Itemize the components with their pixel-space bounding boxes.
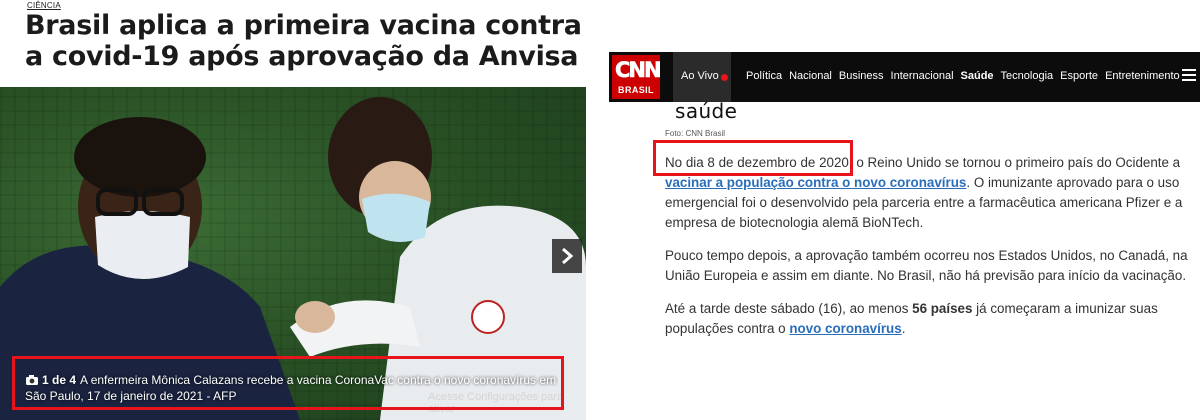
nav-item-internacional[interactable]: Internacional: [891, 70, 954, 82]
coronavirus-link[interactable]: novo coronavírus: [789, 321, 901, 336]
section-title: saúde: [675, 99, 738, 123]
logo-brasil-text: BRASIL: [618, 85, 654, 95]
date-highlight-box: [653, 140, 853, 176]
nav-item-business[interactable]: Business: [839, 70, 884, 82]
live-button[interactable]: Ao Vivo: [673, 52, 731, 102]
nurse-mask: [362, 193, 430, 242]
vaccination-link[interactable]: vacinar a população contra o novo corona…: [665, 175, 966, 190]
chevron-right-icon: [562, 247, 574, 265]
news-article-left: CIÊNCIA Brasil aplica a primeira vacina …: [0, 0, 590, 420]
nav-item-tecnologia[interactable]: Tecnologia: [1001, 70, 1054, 82]
countries-count: 56 países: [912, 301, 973, 316]
paragraph-3: Até a tarde deste sábado (16), ao menos …: [665, 299, 1195, 339]
cnn-brasil-logo[interactable]: CNN BRASIL: [612, 55, 662, 99]
p3-text: Até a tarde deste sábado (16), ao menos: [665, 301, 913, 316]
nurse-hand: [295, 301, 335, 333]
live-label: Ao Vivo: [681, 70, 719, 82]
p1-text: o Reino Unido se tornou o primeiro país …: [852, 155, 1181, 170]
patient-hair: [74, 117, 206, 197]
article-headline: Brasil aplica a primeira vacina contra a…: [25, 10, 582, 72]
live-dot-icon: [721, 74, 728, 81]
p3-text-end: .: [901, 321, 906, 336]
caption-highlight-box: [12, 356, 564, 410]
section-tag-link[interactable]: CIÊNCIA: [27, 1, 61, 10]
coat-emblem: [471, 300, 505, 334]
nav-menu: Política Nacional Business Internacional…: [746, 70, 1187, 82]
cnn-navbar: CNN BRASIL Ao Vivo Política Nacional Bus…: [609, 52, 1200, 102]
gallery-next-button[interactable]: [552, 239, 582, 273]
nav-item-nacional[interactable]: Nacional: [789, 70, 832, 82]
patient-mask: [95, 211, 190, 280]
nav-item-saude[interactable]: Saúde: [961, 70, 994, 82]
logo-cnn-text: CNN: [615, 58, 662, 83]
paragraph-2: Pouco tempo depois, a aprovação também o…: [665, 248, 1188, 283]
photo-credit: Foto: CNN Brasil: [665, 129, 726, 138]
hamburger-menu-icon[interactable]: [1182, 69, 1196, 83]
nav-item-politica[interactable]: Política: [746, 70, 782, 82]
nav-item-esporte[interactable]: Esporte: [1060, 70, 1098, 82]
article-body: No dia 8 de dezembro de 2020, o Reino Un…: [665, 153, 1195, 352]
cnn-article-screenshot: CNN BRASIL Ao Vivo Política Nacional Bus…: [609, 52, 1200, 362]
nav-item-entretenimento[interactable]: Entretenimento: [1105, 70, 1180, 82]
